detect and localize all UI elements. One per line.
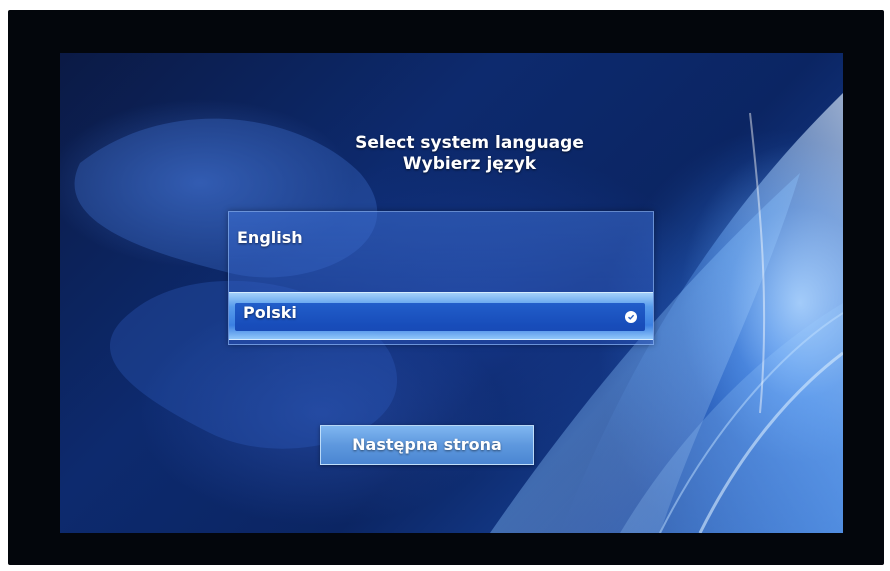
language-list: English Polski	[228, 211, 654, 345]
title-english: Select system language	[355, 133, 584, 153]
language-option-label: English	[237, 228, 303, 247]
language-option-english[interactable]: English	[229, 212, 653, 290]
next-page-button[interactable]: Następna strona	[320, 425, 534, 465]
screen: Select system language Wybierz język Eng…	[60, 53, 843, 533]
title-polish: Wybierz język	[402, 154, 537, 174]
language-option-label: Polski	[243, 303, 297, 322]
language-option-polski[interactable]: Polski	[229, 292, 653, 340]
check-icon	[625, 311, 637, 323]
